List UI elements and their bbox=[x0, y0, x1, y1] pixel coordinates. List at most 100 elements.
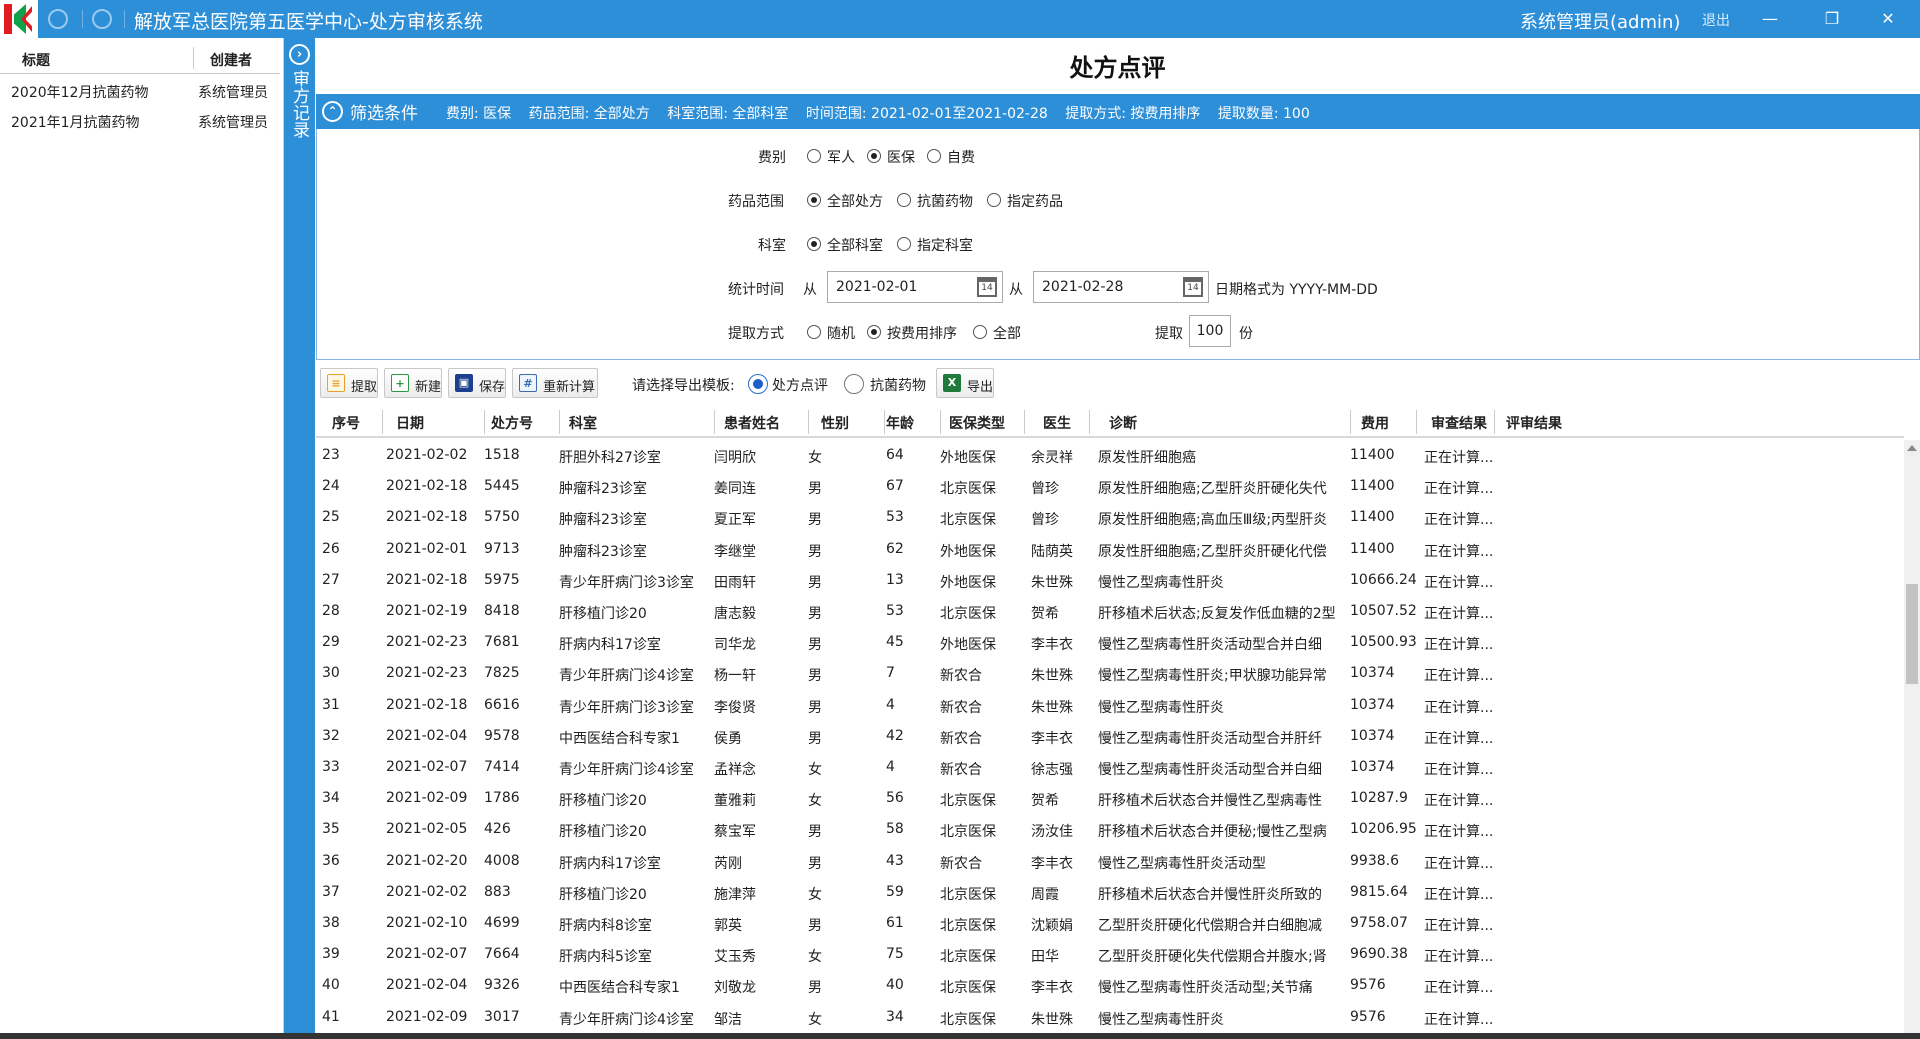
fee-radio[interactable] bbox=[927, 149, 941, 163]
column-header-fee[interactable]: 费用 bbox=[1361, 413, 1389, 433]
close-button[interactable]: ✕ bbox=[1868, 4, 1908, 34]
drug-radio[interactable] bbox=[807, 193, 821, 207]
cell-review-result: 正在计算... bbox=[1424, 574, 1494, 591]
method-radio[interactable] bbox=[867, 325, 881, 339]
table-row[interactable]: 38 2021-02-10 4699 肝病内科8诊室 郭英 男 61 北京医保 沈颖娟 乙型肝炎肝… bbox=[316, 908, 1904, 939]
expand-records-button[interactable]: › bbox=[289, 44, 310, 65]
drug-range-label: 药品范围 bbox=[728, 194, 784, 210]
cell-patient: 芮刚 bbox=[714, 855, 742, 872]
column-separator[interactable] bbox=[884, 410, 885, 434]
table-row[interactable]: 40 2021-02-04 9326 中西医结合科专家1 刘敬龙 男 40 北京医保 李丰衣 慢性… bbox=[316, 970, 1904, 1001]
calendar-icon[interactable]: 14 bbox=[1183, 277, 1203, 297]
table-row[interactable]: 39 2021-02-07 7664 肝病内科5诊室 艾玉秀 女 75 北京医保 田华 乙型肝炎肝… bbox=[316, 939, 1904, 970]
column-header-diagnosis[interactable]: 诊断 bbox=[1109, 413, 1137, 433]
column-header-date[interactable]: 日期 bbox=[396, 413, 424, 433]
collapse-filter-button[interactable]: ⌃ bbox=[322, 101, 343, 122]
column-header-dept[interactable]: 科室 bbox=[569, 413, 597, 433]
dept-radio[interactable] bbox=[897, 237, 911, 251]
cell-gender: 男 bbox=[808, 512, 822, 529]
column-separator[interactable] bbox=[1024, 410, 1025, 434]
column-separator[interactable] bbox=[559, 410, 560, 434]
column-separator[interactable] bbox=[714, 410, 715, 434]
recalculate-button[interactable]: # 重新计算 bbox=[512, 368, 598, 398]
scrollbar-thumb[interactable] bbox=[1906, 584, 1918, 684]
record-item[interactable]: 2021年1月抗菌药物 系统管理员 bbox=[0, 106, 280, 136]
new-button[interactable]: + 新建 bbox=[384, 368, 442, 398]
column-title[interactable]: 标题 bbox=[22, 50, 50, 70]
user-icon[interactable] bbox=[92, 9, 112, 29]
column-separator[interactable] bbox=[1494, 410, 1495, 434]
column-separator[interactable] bbox=[1350, 410, 1351, 434]
fee-radio[interactable] bbox=[807, 149, 821, 163]
column-separator[interactable] bbox=[484, 410, 485, 434]
table-row[interactable]: 34 2021-02-09 1786 肝移植门诊20 董雅莉 女 56 北京医保 贺希 肝移植术后… bbox=[316, 783, 1904, 814]
cell-patient: 郭英 bbox=[714, 918, 742, 934]
drug-radio[interactable] bbox=[987, 193, 1001, 207]
column-separator[interactable] bbox=[1416, 410, 1417, 434]
export-button-label: 导出 bbox=[967, 380, 994, 395]
column-separator[interactable] bbox=[382, 410, 383, 434]
column-header-doctor[interactable]: 医生 bbox=[1043, 413, 1071, 433]
start-date-input[interactable]: 2021-02-01 14 bbox=[827, 271, 1003, 303]
cell-fee: 10374 bbox=[1350, 665, 1395, 682]
calendar-icon[interactable]: 14 bbox=[977, 277, 997, 297]
fee-radio[interactable] bbox=[867, 149, 881, 163]
column-separator[interactable] bbox=[808, 410, 809, 434]
table-row[interactable]: 36 2021-02-20 4008 肝病内科17诊室 芮刚 男 43 新农合 李丰衣 慢性乙型病… bbox=[316, 846, 1904, 877]
column-creator[interactable]: 创建者 bbox=[210, 50, 252, 70]
extract-count-input[interactable]: 100 bbox=[1189, 315, 1231, 347]
filter-title[interactable]: 筛选条件 bbox=[350, 99, 418, 124]
cell-doctor: 沈颖娟 bbox=[1031, 918, 1073, 934]
table-row[interactable]: 23 2021-02-02 1518 肝胆外科27诊室 闫明欣 女 64 外地医保 余灵祥 原发性… bbox=[316, 440, 1904, 471]
cell-age: 53 bbox=[886, 603, 904, 619]
column-header-review-result[interactable]: 审查结果 bbox=[1431, 413, 1487, 433]
scroll-up-icon[interactable] bbox=[1907, 445, 1917, 451]
column-header-insurance[interactable]: 医保类型 bbox=[949, 413, 1005, 433]
table-row[interactable]: 30 2021-02-23 7825 青少年肝病门诊4诊室 杨一轩 男 7 新农合 朱世殊 慢性乙… bbox=[316, 658, 1904, 689]
template-radio[interactable] bbox=[844, 374, 864, 394]
records-vertical-title[interactable]: 审方记录 bbox=[289, 70, 310, 138]
end-date-input[interactable]: 2021-02-28 14 bbox=[1033, 271, 1209, 303]
column-header-gender[interactable]: 性别 bbox=[821, 413, 849, 433]
summary-method: 提取方式: 按费用排序 bbox=[1065, 106, 1201, 122]
column-separator[interactable] bbox=[1089, 410, 1090, 434]
table-row[interactable]: 32 2021-02-04 9578 中西医结合科专家1 侯勇 男 42 新农合 李丰衣 慢性乙型… bbox=[316, 721, 1904, 752]
table-row[interactable]: 27 2021-02-18 5975 青少年肝病门诊3诊室 田雨轩 男 13 外地医保 朱世殊 慢… bbox=[316, 565, 1904, 596]
table-row[interactable]: 26 2021-02-01 9713 肿瘤科23诊室 李继堂 男 62 外地医保 陆荫英 原发性肝… bbox=[316, 534, 1904, 565]
logout-link[interactable]: 退出 bbox=[1702, 10, 1730, 30]
minimize-button[interactable]: — bbox=[1750, 4, 1790, 34]
table-row[interactable]: 25 2021-02-18 5750 肿瘤科23诊室 夏正军 男 53 北京医保 曾珍 原发性肝细… bbox=[316, 502, 1904, 533]
cell-date: 2021-02-02 bbox=[386, 447, 468, 463]
table-row[interactable]: 29 2021-02-23 7681 肝病内科17诊室 司华龙 男 45 外地医保 李丰衣 慢性乙… bbox=[316, 627, 1904, 658]
taskbar-edge bbox=[0, 1033, 1920, 1039]
table-row[interactable]: 31 2021-02-18 6616 青少年肝病门诊3诊室 李俊贤 男 4 新农合 朱世殊 慢性乙… bbox=[316, 690, 1904, 721]
export-button[interactable]: X 导出 bbox=[936, 368, 994, 398]
method-radio[interactable] bbox=[807, 325, 821, 339]
table-row[interactable]: 37 2021-02-02 883 肝移植门诊20 施津萍 女 59 北京医保 周霞 肝移植术后状… bbox=[316, 877, 1904, 908]
template-option-label: 抗菌药物 bbox=[870, 378, 926, 394]
restore-button[interactable]: ❐ bbox=[1812, 4, 1852, 34]
column-header-evaluation-result[interactable]: 评审结果 bbox=[1506, 413, 1562, 433]
template-radio[interactable] bbox=[748, 374, 768, 394]
record-item[interactable]: 2020年12月抗菌药物 系统管理员 bbox=[0, 76, 280, 106]
save-button[interactable]: ▣ 保存 bbox=[448, 368, 506, 398]
column-separator[interactable] bbox=[940, 410, 941, 434]
table-row[interactable]: 24 2021-02-18 5445 肿瘤科23诊室 姜同连 男 67 北京医保 曾珍 原发性肝细… bbox=[316, 471, 1904, 502]
column-header-seq[interactable]: 序号 bbox=[332, 413, 360, 433]
cell-seq: 32 bbox=[322, 727, 340, 744]
table-row[interactable]: 28 2021-02-19 8418 肝移植门诊20 唐志毅 男 53 北京医保 贺希 肝移植术后… bbox=[316, 596, 1904, 627]
cell-age: 58 bbox=[886, 821, 904, 838]
extract-button[interactable]: ≡ 提取 bbox=[320, 368, 378, 398]
settings-icon[interactable] bbox=[48, 9, 68, 29]
drug-radio[interactable] bbox=[897, 193, 911, 207]
table-row[interactable]: 41 2021-02-09 3017 青少年肝病门诊4诊室 邹洁 女 34 北京医保 朱世殊 慢性… bbox=[316, 1002, 1904, 1033]
column-header-patient[interactable]: 患者姓名 bbox=[724, 413, 780, 433]
method-radio[interactable] bbox=[973, 325, 987, 339]
column-header-age[interactable]: 年龄 bbox=[886, 413, 914, 433]
column-header-rx-no[interactable]: 处方号 bbox=[491, 413, 533, 433]
table-row[interactable]: 35 2021-02-05 426 肝移植门诊20 蔡宝军 男 58 北京医保 汤汝佳 肝移植术后… bbox=[316, 814, 1904, 845]
dept-radio[interactable] bbox=[807, 237, 821, 251]
cell-patient: 姜同连 bbox=[714, 481, 756, 498]
table-row[interactable]: 33 2021-02-07 7414 青少年肝病门诊4诊室 孟祥念 女 4 新农合 徐志强 慢性乙… bbox=[316, 752, 1904, 783]
table-scrollbar[interactable] bbox=[1904, 440, 1920, 1036]
